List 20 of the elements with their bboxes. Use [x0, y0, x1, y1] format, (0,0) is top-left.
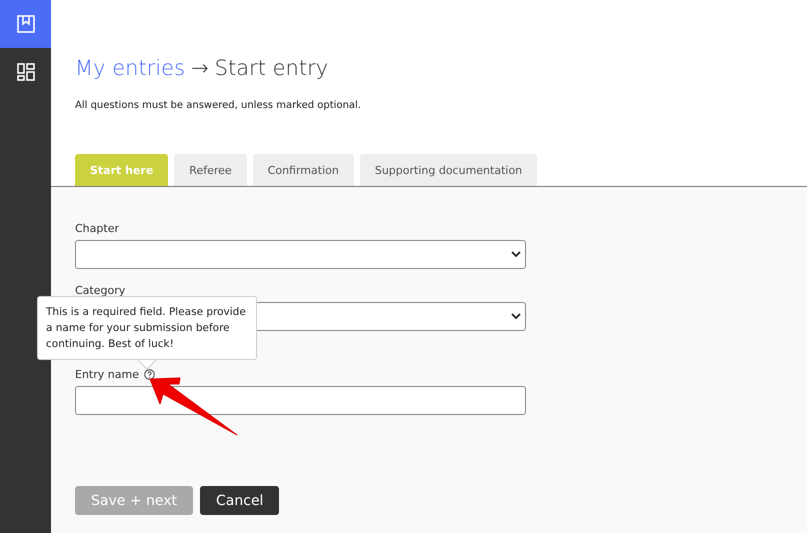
dashboard-icon [16, 63, 34, 81]
select-field[interactable] [75, 240, 526, 269]
tab[interactable]: Referee [174, 154, 247, 186]
field-label: Chapter [75, 222, 119, 235]
help-icon[interactable] [144, 369, 155, 380]
tooltip: This is a required field. Please provide a name for your submission before continuing. Best of luck! [37, 296, 257, 360]
breadcrumb-link[interactable]: My entries [75, 56, 186, 80]
tab[interactable]: Supporting documentation [360, 154, 538, 186]
chevron-down-icon [511, 251, 521, 258]
field-label: Entry name [75, 368, 139, 381]
chevron-down-icon [511, 313, 521, 320]
bookmark-icon [16, 15, 34, 33]
intro-text: All questions must be answered, unless marked optional. [75, 100, 362, 111]
breadcrumb-current: Start entry [214, 56, 328, 80]
cancel-button[interactable]: Cancel [200, 486, 280, 515]
input-field[interactable] [75, 386, 526, 415]
field-label: Category [75, 284, 126, 297]
tooltip-pointer [138, 360, 156, 370]
breadcrumb-separator: → [191, 56, 209, 80]
tab[interactable]: Confirmation [252, 154, 354, 186]
